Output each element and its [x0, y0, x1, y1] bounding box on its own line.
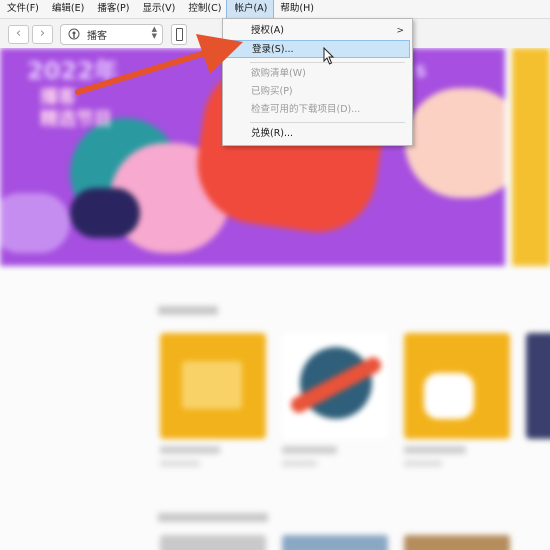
iphone-icon [176, 28, 183, 41]
chevron-left-icon: ‹ [15, 26, 22, 41]
menu-podcast[interactable]: 播客(P) [90, 0, 135, 18]
podcast-card[interactable] [282, 333, 388, 439]
card-caption [404, 446, 466, 454]
back-button[interactable]: ‹ [8, 25, 29, 44]
menu-item-label: 已购买(P) [251, 86, 293, 97]
menu-item-wish-list: 欲购清单(W) [225, 65, 410, 83]
banner-navy-blob [70, 188, 140, 238]
menu-item-label: 检查可用的下载项目(D)... [251, 104, 361, 115]
banner-lilac-blob [0, 193, 70, 253]
media-type-label: 播客 [87, 31, 107, 42]
cover-art [182, 361, 242, 409]
chevron-right-icon: > [396, 26, 404, 36]
media-type-select[interactable]: 播客 ▲ ▼ [60, 24, 163, 45]
card-caption [160, 460, 200, 467]
cover-art [424, 373, 474, 419]
banner-side-letter: S [415, 62, 427, 81]
menu-separator [250, 122, 405, 123]
menu-bar: 文件(F) 编辑(E) 播客(P) 显示(V) 控制(C) 帐户(A) 帮助(H… [0, 0, 550, 19]
banner-peach-blob [405, 88, 505, 198]
menu-item-authorizations[interactable]: 授权(A) > [225, 22, 410, 40]
card-caption [282, 460, 317, 467]
menu-item-sign-in[interactable]: 登录(S)... [225, 40, 410, 58]
podcast-card[interactable] [526, 333, 550, 439]
podcast-card[interactable] [160, 333, 266, 439]
menu-file[interactable]: 文件(F) [0, 0, 45, 18]
podcast-card[interactable] [282, 535, 388, 550]
card-caption [404, 460, 442, 467]
menu-item-label: 授权(A) [251, 25, 284, 36]
mouse-cursor-icon [323, 47, 335, 65]
podcast-icon [68, 28, 80, 40]
menu-account[interactable]: 帐户(A) [226, 0, 275, 19]
menu-item-label: 登录(S)... [252, 44, 294, 55]
device-button[interactable] [171, 24, 187, 45]
section-heading-2 [158, 513, 268, 522]
menu-controls[interactable]: 控制(C) [181, 0, 227, 18]
banner-title: 2022年 [27, 57, 118, 85]
menu-item-check-downloads: 检查可用的下载项目(D)... [225, 101, 410, 119]
menu-edit[interactable]: 编辑(E) [45, 0, 90, 18]
banner-subtitle-line-2: 精选节目 [40, 109, 112, 130]
menu-view[interactable]: 显示(V) [135, 0, 181, 18]
banner-subtitle-line-1: 播客 [40, 87, 76, 108]
menu-item-purchased: 已购买(P) [225, 83, 410, 101]
card-caption [160, 446, 220, 454]
podcast-card[interactable] [404, 535, 510, 550]
menu-item-redeem[interactable]: 兑换(R)... [225, 125, 410, 143]
menu-help[interactable]: 帮助(H) [273, 0, 320, 18]
podcast-card[interactable] [404, 333, 510, 439]
updown-arrows-icon: ▲ ▼ [151, 25, 157, 40]
next-banner-peek[interactable] [512, 48, 550, 266]
menu-item-label: 欲购清单(W) [251, 68, 306, 79]
menu-item-label: 兑换(R)... [251, 128, 294, 139]
account-menu: 授权(A) > 登录(S)... 欲购清单(W) 已购买(P) 检查可用的下载项… [222, 18, 413, 146]
section-heading-1 [158, 306, 218, 315]
card-caption [282, 446, 337, 454]
forward-button[interactable]: › [32, 25, 53, 44]
podcast-card[interactable] [160, 535, 266, 550]
chevron-right-icon: › [39, 26, 46, 41]
